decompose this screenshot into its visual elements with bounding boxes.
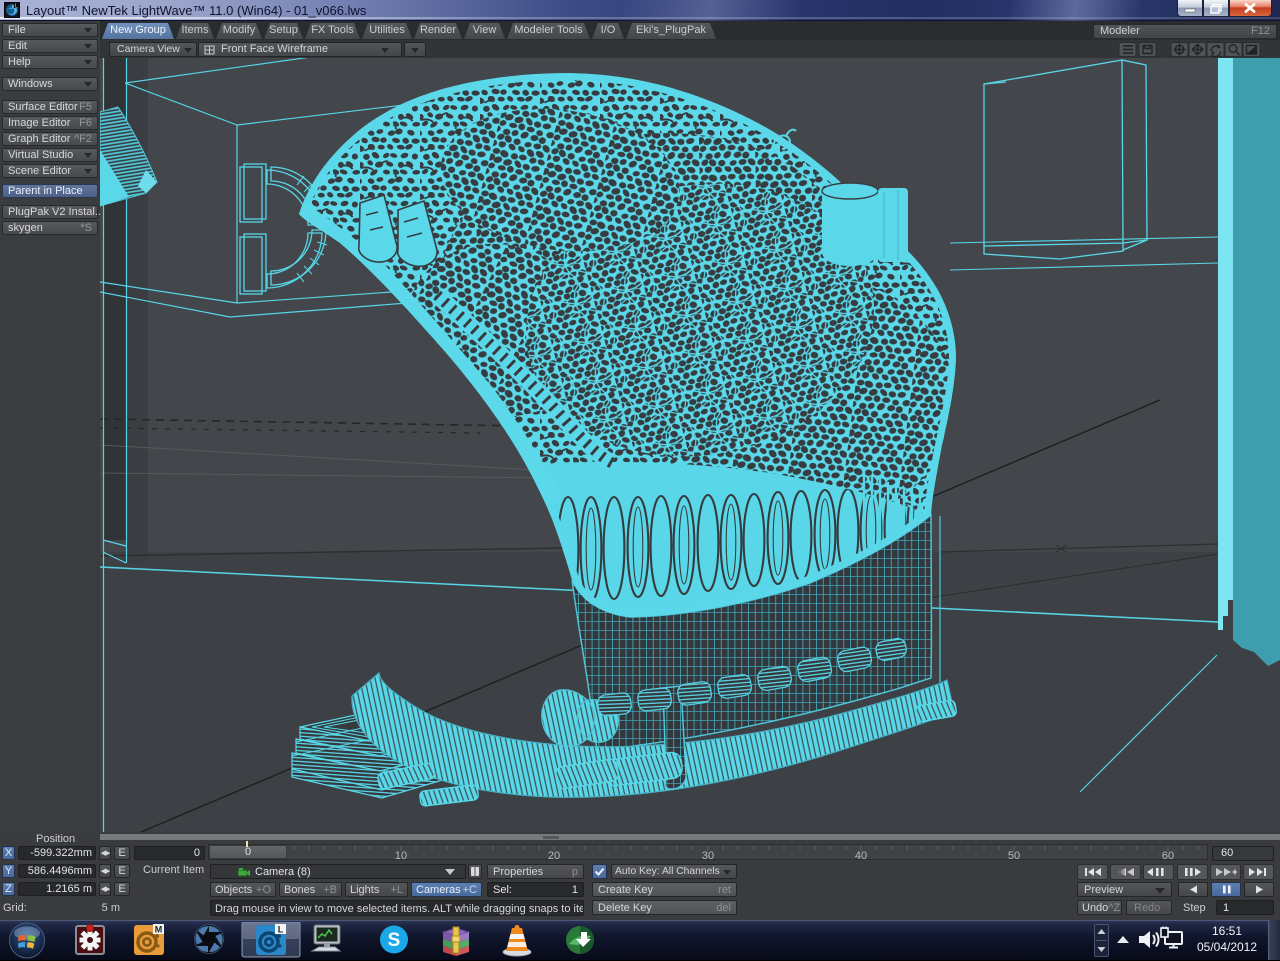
- svg-text:10: 10: [395, 850, 407, 861]
- svg-text:30: 30: [702, 850, 714, 861]
- svg-text:L: L: [15, 4, 18, 10]
- svg-text:S: S: [388, 930, 401, 951]
- svg-text:60: 60: [1162, 850, 1174, 861]
- svg-text:M: M: [155, 925, 163, 935]
- svg-text:40: 40: [855, 850, 867, 861]
- svg-text:50: 50: [1008, 850, 1020, 861]
- svg-text:L: L: [278, 925, 284, 935]
- svg-text:20: 20: [548, 850, 560, 861]
